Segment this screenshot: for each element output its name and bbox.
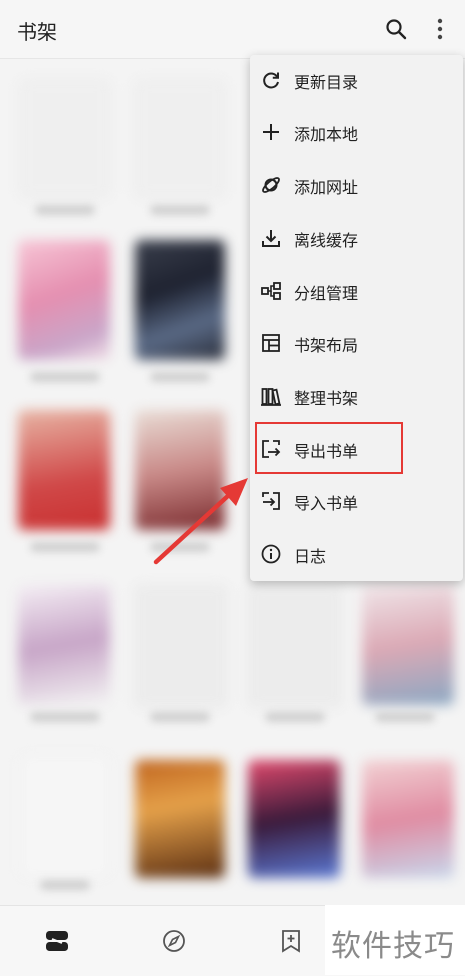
book-cover[interactable] — [362, 760, 454, 878]
book-cover[interactable] — [20, 80, 110, 197]
bookmark-add-icon[interactable] — [278, 928, 304, 954]
highlight-box — [255, 422, 403, 474]
planet-icon — [262, 177, 280, 193]
menu-item-label: 整理书架 — [294, 389, 359, 408]
book-cover[interactable] — [18, 410, 110, 530]
books-icon — [261, 388, 281, 406]
book-cover[interactable] — [135, 585, 227, 707]
book-cover[interactable] — [135, 80, 225, 197]
watermark-text: 软件技巧 — [331, 929, 455, 964]
menu-item-import-booklist[interactable]: 导入书单 — [250, 476, 463, 528]
menu-item-label: 导入书单 — [294, 494, 359, 513]
book-cover[interactable] — [20, 755, 110, 877]
annotation-arrow — [153, 478, 248, 565]
overflow-menu: 更新目录 添加本地 添加网址 离线缓存 分组管理 书架布局 整理书架 导出书单 … — [250, 55, 463, 581]
menu-item-add-url[interactable]: 添加网址 — [250, 160, 463, 212]
menu-item-label: 添加网址 — [294, 178, 359, 197]
menu-item-offline-cache[interactable]: 离线缓存 — [250, 213, 463, 265]
more-vertical-icon[interactable] — [432, 15, 448, 43]
menu-item-log[interactable]: 日志 — [250, 529, 463, 581]
menu-item-label: 日志 — [294, 547, 327, 566]
menu-item-label: 分组管理 — [294, 284, 359, 303]
menu-item-label: 添加本地 — [294, 125, 359, 144]
download-icon — [262, 230, 280, 247]
layout-icon — [262, 334, 280, 352]
book-cover[interactable] — [135, 760, 225, 878]
watermark: 软件技巧 — [325, 905, 465, 975]
refresh-icon — [263, 72, 279, 89]
search-icon[interactable] — [384, 17, 408, 41]
menu-item-add-local[interactable]: 添加本地 — [250, 107, 463, 159]
info-icon — [261, 544, 281, 564]
book-cover[interactable] — [18, 585, 110, 705]
group-icon — [261, 282, 281, 300]
book-cover[interactable] — [362, 585, 454, 705]
menu-item-label: 书架布局 — [294, 336, 359, 355]
menu-item-organize-shelf[interactable]: 整理书架 — [250, 371, 463, 423]
book-cover[interactable] — [248, 760, 340, 878]
menu-item-shelf-layout[interactable]: 书架布局 — [250, 318, 463, 370]
book-cover[interactable] — [248, 585, 342, 707]
import-icon — [262, 492, 280, 510]
book-cover[interactable] — [135, 240, 225, 360]
app-bar: 书架 — [0, 0, 465, 59]
menu-item-update-toc[interactable]: 更新目录 — [250, 55, 463, 107]
plus-icon — [263, 124, 279, 140]
bookshelf-icon[interactable] — [44, 928, 70, 954]
menu-item-label: 更新目录 — [294, 73, 359, 92]
menu-item-group-manage[interactable]: 分组管理 — [250, 266, 463, 318]
menu-item-label: 离线缓存 — [294, 231, 359, 250]
compass-icon[interactable] — [161, 928, 187, 954]
page-title: 书架 — [17, 20, 57, 44]
book-cover[interactable] — [18, 240, 110, 360]
